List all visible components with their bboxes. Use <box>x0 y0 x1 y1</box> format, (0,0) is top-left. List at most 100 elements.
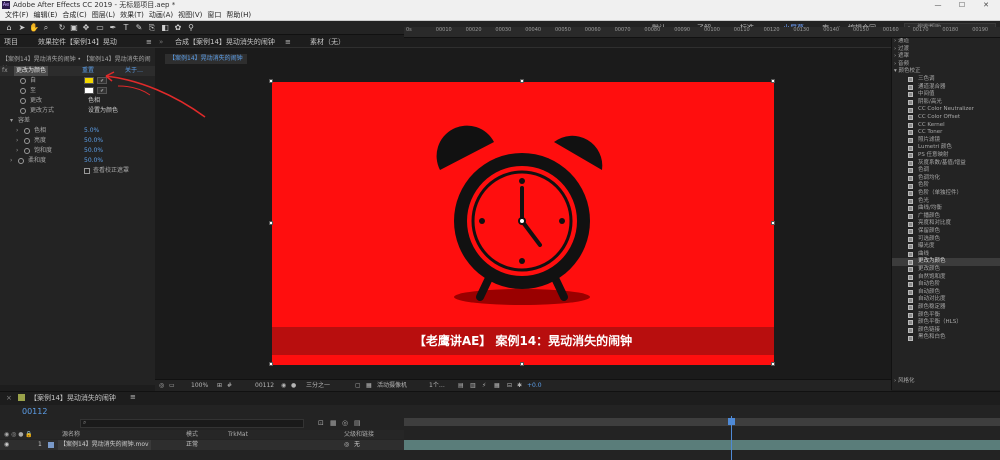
puppet-pin-tool-icon[interactable]: ⚲ <box>186 23 196 33</box>
lightness-value[interactable]: 50.0% <box>84 136 103 146</box>
parent-pick-whip-icon[interactable]: ◎ <box>344 440 349 450</box>
stopwatch-icon[interactable] <box>24 138 30 144</box>
transform-handle[interactable] <box>269 79 273 83</box>
menu-edit[interactable]: 编辑(E) <box>34 10 58 21</box>
fx-item[interactable]: 曲线/均衡 <box>892 205 1000 213</box>
anchor-point-icon[interactable] <box>520 219 524 223</box>
fx-item[interactable]: 更改颜色 <box>892 266 1000 274</box>
panel-expand-icon[interactable]: » <box>159 36 163 48</box>
menu-window[interactable]: 窗口 <box>207 10 221 21</box>
work-area-bar[interactable] <box>404 418 1000 426</box>
fx-item[interactable]: 颜色链接 <box>892 327 1000 335</box>
layer-parent-dropdown[interactable]: 无 <box>354 440 360 450</box>
roto-brush-tool-icon[interactable]: ✿ <box>173 23 183 33</box>
parent-header[interactable]: 父级和链接 <box>344 430 374 439</box>
layer-name[interactable]: 【案例14】晃动消失的闹钟.mov <box>58 440 151 450</box>
pan-behind-tool-icon[interactable]: ✥ <box>81 23 91 33</box>
softness-value[interactable]: 50.0% <box>84 156 103 166</box>
timeline-comp-tab[interactable]: 【案例14】晃动消失的闹钟 <box>30 393 116 403</box>
saturation-value[interactable]: 50.0% <box>84 146 103 156</box>
fx-category-channel[interactable]: › 通道 <box>894 38 1000 46</box>
transform-handle[interactable] <box>269 221 273 225</box>
fx-item-selected[interactable]: 更改为颜色 <box>892 258 1000 266</box>
menu-view[interactable]: 视图(V) <box>178 10 202 21</box>
stopwatch-icon[interactable] <box>20 88 26 94</box>
fx-item[interactable]: Lumetri 颜色 <box>892 144 1000 152</box>
fx-item[interactable]: 色阶（单独控件） <box>892 190 1000 198</box>
graph-editor-icon[interactable]: ▤ <box>354 419 361 427</box>
layer-duration-bar[interactable] <box>404 440 1000 450</box>
fx-item[interactable]: 自动色阶 <box>892 281 1000 289</box>
time-ruler[interactable]: 0s 00010 00020 00030 00040 00050 00060 00070 000… <box>404 27 1000 38</box>
tab-effect-controls[interactable]: 效果控件【案例14】晃动 <box>38 36 117 48</box>
fx-item[interactable]: 曲线 <box>892 251 1000 259</box>
clone-stamp-tool-icon[interactable]: ⎘ <box>147 23 157 33</box>
rectangle-tool-icon[interactable]: ▭ <box>95 23 105 33</box>
effect-name[interactable]: 更改为颜色 <box>14 66 49 76</box>
source-name-header[interactable]: 源名称 <box>62 430 80 439</box>
stopwatch-icon[interactable] <box>24 128 30 134</box>
stopwatch-icon[interactable] <box>20 78 26 84</box>
to-color-swatch[interactable] <box>84 87 94 94</box>
fx-item[interactable]: 亮度和对比度 <box>892 220 1000 228</box>
twirl-right-icon[interactable]: › <box>16 126 18 136</box>
fx-item[interactable]: CC Toner <box>892 129 1000 137</box>
camera-tool-icon[interactable]: ▣ <box>69 23 79 33</box>
fx-category-color-correction[interactable]: ▾ 颜色校正 <box>894 68 1000 76</box>
fx-item[interactable]: 色阶 <box>892 182 1000 190</box>
fx-category-matte[interactable]: › 遮罩 <box>894 53 1000 61</box>
mode-header[interactable]: 模式 <box>186 430 198 439</box>
transform-handle[interactable] <box>520 79 524 83</box>
layer-mode-dropdown[interactable]: 正常 <box>186 440 198 450</box>
panel-menu-icon[interactable]: ≡ <box>130 393 136 401</box>
menu-effect[interactable]: 效果(T) <box>120 10 144 21</box>
minimize-button[interactable]: — <box>926 0 950 10</box>
transform-handle[interactable] <box>771 221 775 225</box>
fx-item[interactable]: 保留颜色 <box>892 228 1000 236</box>
hue-value[interactable]: 5.0% <box>84 126 99 136</box>
fx-item[interactable]: CC Color Neutralizer <box>892 106 1000 114</box>
transform-handle[interactable] <box>771 79 775 83</box>
panel-menu-icon[interactable]: ≡ <box>285 36 291 48</box>
stopwatch-icon[interactable] <box>20 108 26 114</box>
fx-item[interactable]: 阴影/高光 <box>892 99 1000 107</box>
fx-item[interactable]: 颜色稳定器 <box>892 304 1000 312</box>
fx-category-transition[interactable]: › 过渡 <box>894 46 1000 54</box>
composition-canvas[interactable]: 【老鹰讲AE】 案例14：晃动消失的闹钟 <box>269 79 775 366</box>
twirl-down-icon[interactable]: ▾ <box>10 116 13 126</box>
fx-item[interactable]: 曝光度 <box>892 243 1000 251</box>
tab-project[interactable]: 项目 <box>4 36 18 48</box>
tab-footage[interactable]: 素材（无） <box>310 36 345 48</box>
fx-item[interactable]: 可选颜色 <box>892 236 1000 244</box>
menu-animation[interactable]: 动画(A) <box>149 10 173 21</box>
eraser-tool-icon[interactable]: ◧ <box>160 23 170 33</box>
fx-item[interactable]: 通道混合器 <box>892 84 1000 92</box>
twirl-right-icon[interactable]: › <box>16 146 18 156</box>
maximize-button[interactable]: ☐ <box>950 0 974 10</box>
view-mask-checkbox[interactable] <box>84 168 90 174</box>
fx-item[interactable]: 黑色和白色 <box>892 334 1000 342</box>
fx-item[interactable]: 色调均化 <box>892 175 1000 183</box>
fx-item[interactable]: 灰度系数/基值/增益 <box>892 160 1000 168</box>
layer-row[interactable]: ◉ 1 【案例14】晃动消失的闹钟.mov 正常 ◎ 无 <box>0 440 404 450</box>
playhead-line[interactable] <box>731 416 732 460</box>
visibility-icon[interactable]: ◉ <box>4 440 9 450</box>
about-link[interactable]: 关于… <box>125 66 143 76</box>
menu-help[interactable]: 帮助(H) <box>226 10 251 21</box>
motion-blur-icon[interactable]: ◎ <box>342 419 348 427</box>
tab-composition[interactable]: 合成【案例14】晃动消失的闹钟 <box>175 36 275 48</box>
transform-handle[interactable] <box>771 362 775 366</box>
fx-item[interactable]: PS 任意映射 <box>892 152 1000 160</box>
fx-item[interactable]: 自动颜色 <box>892 289 1000 297</box>
fx-category-stylize[interactable]: › 风格化 <box>894 378 1000 386</box>
eyedropper-icon[interactable]: ✐ <box>97 77 107 84</box>
zoom-tool-icon[interactable]: ⌕ <box>41 23 51 33</box>
panel-menu-icon[interactable]: ≡ <box>146 36 152 48</box>
effect-fx-icon[interactable]: fx <box>2 66 8 76</box>
change-dropdown[interactable]: 色相 <box>88 96 100 106</box>
home-icon[interactable]: ⌂ <box>4 23 14 33</box>
fx-item[interactable]: 中间值 <box>892 91 1000 99</box>
trkmat-header[interactable]: TrkMat <box>228 430 248 439</box>
close-tab-icon[interactable]: × <box>6 394 12 402</box>
fx-item[interactable]: CC Kernel <box>892 122 1000 130</box>
